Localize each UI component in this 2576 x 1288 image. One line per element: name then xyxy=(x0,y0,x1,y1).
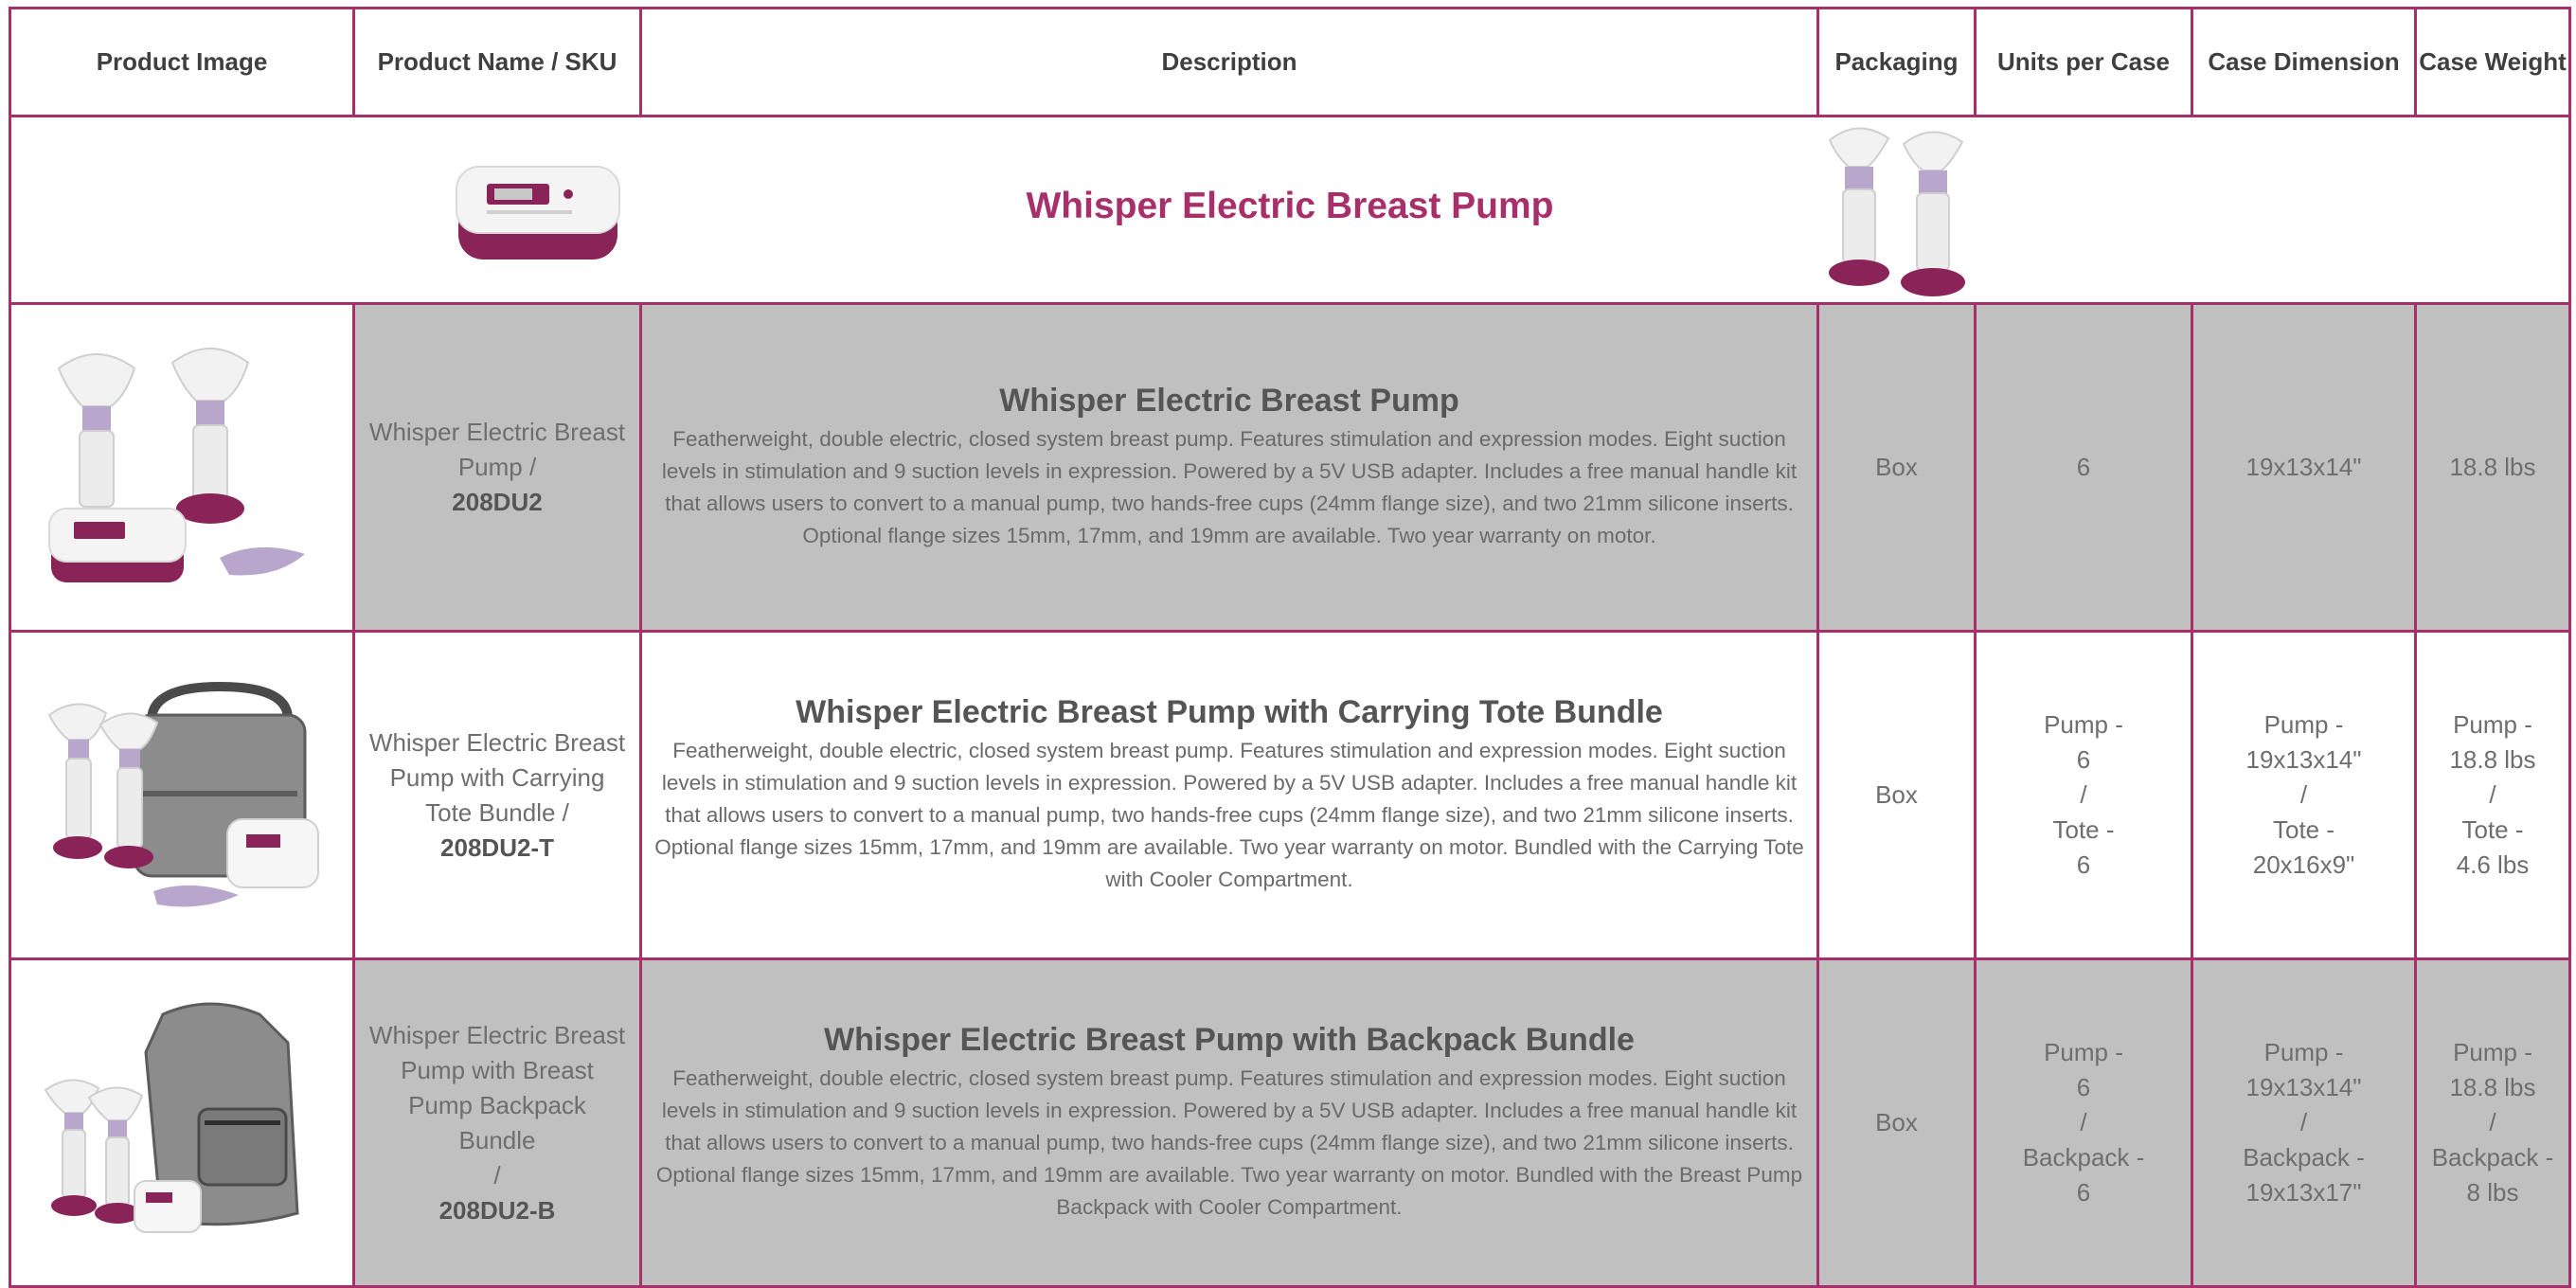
dimension-line: / xyxy=(2299,1108,2308,1136)
banner-title: Whisper Electric Breast Pump xyxy=(1026,186,1554,226)
table-row: Whisper Electric Breast Pump with Carryi… xyxy=(9,630,2571,960)
pump-tote-bundle-image xyxy=(47,681,319,906)
header-case-dimension: Case Dimension xyxy=(2191,7,2417,117)
product-name: Whisper Electric Breast Pump with Breast… xyxy=(368,1020,626,1154)
product-sku: 208DU2-T xyxy=(440,832,554,862)
units-cell: Pump - 6 / Tote - 6 xyxy=(1974,630,2193,960)
dimension-line: / xyxy=(2299,780,2308,809)
units-line: Pump - xyxy=(2044,1038,2123,1066)
product-name: Whisper Electric Breast Pump / xyxy=(368,418,626,481)
weight-line: 8 lbs xyxy=(2466,1178,2519,1207)
units-line: / xyxy=(2080,780,2087,809)
description-cell: Whisper Electric Breast Pump with Carryi… xyxy=(639,630,1819,960)
dimension-line: 19x13x17" xyxy=(2245,1178,2362,1207)
packaging-cell: Box xyxy=(1816,302,1977,633)
description-cell: Whisper Electric Breast Pump Featherweig… xyxy=(639,302,1819,633)
description-cell: Whisper Electric Breast Pump with Backpa… xyxy=(639,957,1819,1288)
pump-bottles-image xyxy=(1820,121,1991,301)
product-image-cell xyxy=(9,957,355,1288)
dimension-line: Backpack - xyxy=(2243,1143,2365,1172)
product-image-cell xyxy=(9,630,355,960)
units-line: Tote - xyxy=(2052,815,2115,844)
weight-line: Pump - xyxy=(2453,1038,2532,1066)
units-cell: 6 xyxy=(1974,302,2193,633)
description-text: Featherweight, double electric, closed s… xyxy=(654,739,1804,891)
units-line: 6 xyxy=(2076,1178,2091,1207)
header-packaging: Packaging xyxy=(1816,7,1977,117)
weight-line: / xyxy=(2489,780,2496,809)
description-text: Featherweight, double electric, closed s… xyxy=(655,1066,1803,1219)
product-name-cell: Whisper Electric Breast Pump with Breast… xyxy=(352,957,642,1288)
category-banner: Whisper Electric Breast Pump xyxy=(9,115,2571,305)
product-table: Product Image Product Name / SKU Descrip… xyxy=(9,7,2571,1288)
dimension-line: Pump - xyxy=(2263,1038,2344,1066)
pump-kit-image xyxy=(48,347,305,582)
table-row: Whisper Electric Breast Pump / 208DU2 Wh… xyxy=(9,302,2571,633)
units-cell: Pump - 6 / Backpack - 6 xyxy=(1974,957,2193,1288)
units-line: 6 xyxy=(2076,745,2091,774)
dimension-cell: Pump - 19x13x14" / Backpack - 19x13x17" xyxy=(2191,957,2417,1288)
description-title: Whisper Electric Breast Pump with Backpa… xyxy=(824,1022,1635,1058)
header-units-per-case: Units per Case xyxy=(1974,7,2193,117)
dimension-line: Tote - xyxy=(2272,815,2335,844)
weight-line: Backpack - xyxy=(2431,1143,2554,1172)
weight-cell: Pump - 18.8 lbs / Tote - 4.6 lbs xyxy=(2414,630,2571,960)
weight-line: 18.8 lbs xyxy=(2449,745,2536,774)
pump-backpack-bundle-image xyxy=(44,1002,299,1233)
description-text: Featherweight, double electric, closed s… xyxy=(661,427,1798,547)
packaging-cell: Box xyxy=(1816,957,1977,1288)
category-banner-row: Whisper Electric Breast Pump xyxy=(9,115,2571,305)
weight-cell: 18.8 lbs xyxy=(2414,302,2571,633)
weight-line: / xyxy=(2489,1108,2496,1136)
units-line: / xyxy=(2080,1108,2087,1136)
dimension-line: 19x13x14" xyxy=(2245,745,2362,774)
header-case-weight: Case Weight xyxy=(2414,7,2571,117)
dimension-line: Pump - xyxy=(2263,710,2344,739)
header-row: Product Image Product Name / SKU Descrip… xyxy=(9,7,2571,117)
description-title: Whisper Electric Breast Pump xyxy=(999,383,1459,419)
units-line: 6 xyxy=(2076,850,2091,879)
product-name-cell: Whisper Electric Breast Pump with Carryi… xyxy=(352,630,642,960)
description-title: Whisper Electric Breast Pump with Carryi… xyxy=(796,694,1663,730)
header-product-image: Product Image xyxy=(9,7,355,117)
table-row: Whisper Electric Breast Pump with Breast… xyxy=(9,957,2571,1288)
dimension-line: 19x13x14" xyxy=(2245,1073,2362,1101)
packaging-cell: Box xyxy=(1816,630,1977,960)
units-line: Pump - xyxy=(2044,710,2123,739)
product-sku: 208DU2 xyxy=(452,488,543,516)
weight-cell: Pump - 18.8 lbs / Backpack - 8 lbs xyxy=(2414,957,2571,1288)
weight-line: Tote - xyxy=(2461,815,2524,844)
dimension-line: 20x16x9" xyxy=(2252,850,2355,879)
weight-line: Pump - xyxy=(2453,710,2532,739)
product-image-cell xyxy=(9,302,355,633)
dimension-cell: 19x13x14" xyxy=(2191,302,2417,633)
weight-line: 4.6 lbs xyxy=(2456,850,2530,879)
product-table-page: Product Image Product Name / SKU Descrip… xyxy=(0,0,2576,1288)
units-line: 6 xyxy=(2076,1073,2091,1101)
weight-line: 18.8 lbs xyxy=(2449,1073,2536,1101)
units-line: Backpack - xyxy=(2022,1143,2145,1172)
product-sku: 208DU2-B xyxy=(438,1195,556,1225)
product-name-separator: / xyxy=(493,1160,501,1190)
product-name-cell: Whisper Electric Breast Pump / 208DU2 xyxy=(352,302,642,633)
dimension-cell: Pump - 19x13x14" / Tote - 20x16x9" xyxy=(2191,630,2417,960)
header-description: Description xyxy=(639,7,1819,117)
product-name: Whisper Electric Breast Pump with Carryi… xyxy=(368,727,626,827)
header-product-name-sku: Product Name / SKU xyxy=(352,7,642,117)
